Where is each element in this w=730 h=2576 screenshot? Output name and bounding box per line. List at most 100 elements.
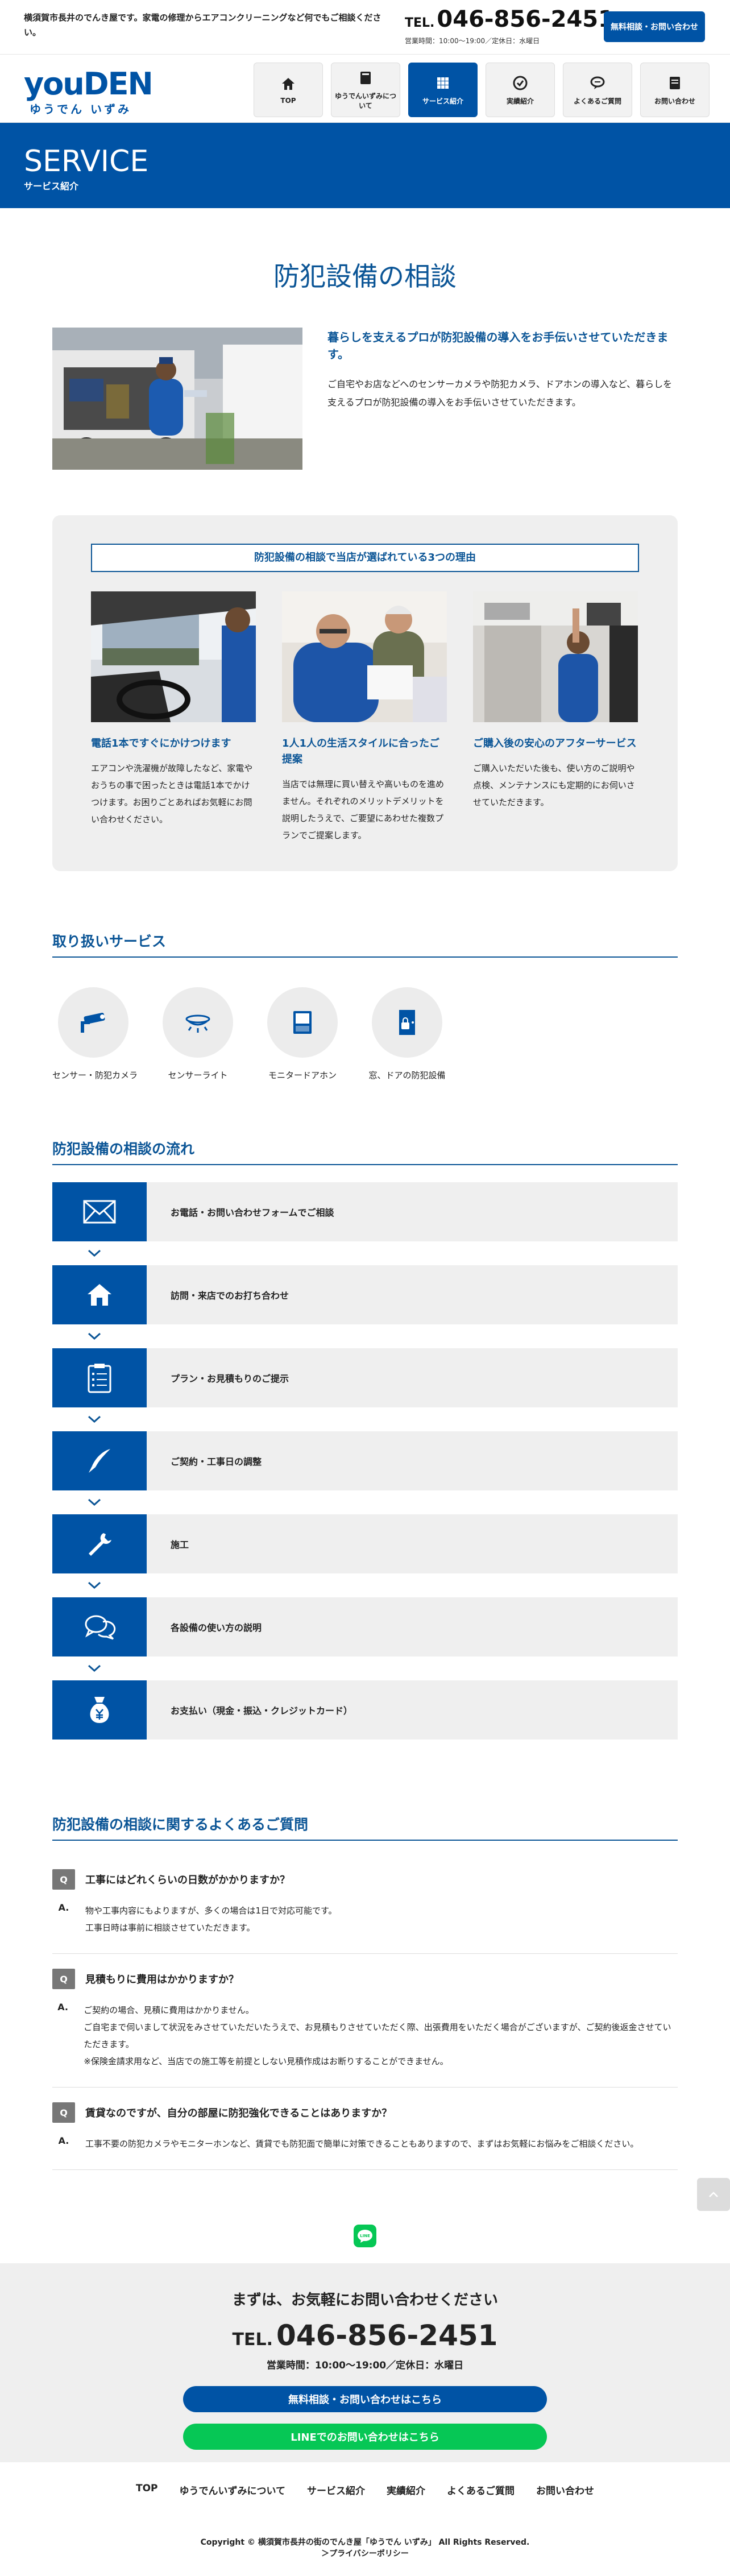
q-badge: Q bbox=[52, 1869, 75, 1890]
line-icon[interactable]: LINE bbox=[354, 2225, 376, 2247]
flow-steps: お電話・お問い合わせフォームでご相談 訪問・来店でのお打ち合わせ プラン・お見積… bbox=[52, 1182, 678, 1740]
faq-question: Q 見積もりに費用はかかりますか？ bbox=[52, 1969, 678, 1989]
banner-title-en: SERVICE bbox=[24, 144, 149, 179]
contact-form-button[interactable]: 無料相談・お問い合わせはこちら bbox=[183, 2386, 547, 2412]
logo[interactable]: youDEN ゆうでん いずみ bbox=[24, 66, 154, 117]
reason-title: 電話1本ですぐにかけつけます bbox=[91, 738, 231, 749]
flow-step: プラン・お見積もりのご提示 bbox=[52, 1348, 678, 1407]
reason-photo-consult bbox=[282, 591, 447, 722]
flow-step: 訪問・来店でのお打ち合わせ bbox=[52, 1265, 678, 1324]
contact-hours: 営業時間：10:00〜19:00／定休日：水曜日 bbox=[266, 2360, 464, 2371]
flow-step-text: プラン・お見積もりのご提示 bbox=[171, 1373, 289, 1384]
pen-icon bbox=[89, 1449, 110, 1473]
service-name: センサーライト bbox=[168, 1070, 228, 1080]
nav-contact[interactable]: お問い合わせ bbox=[640, 63, 710, 117]
home-icon bbox=[282, 78, 295, 90]
reason-text: 当店では無理に買い替えや高いものを進めません。それぞれのメリットデメリットを説明… bbox=[282, 779, 445, 840]
nav-works[interactable]: 実績紹介 bbox=[486, 63, 555, 117]
intro-section: 暮らしを支えるプロが防犯設備の導入をお手伝いさせていただきます。 ご自宅やお店な… bbox=[52, 328, 678, 470]
contact-tel[interactable]: TEL. 046-856-2451 bbox=[0, 2320, 730, 2356]
a-mark: A. bbox=[57, 2002, 68, 2012]
flow-step-text: 施工 bbox=[171, 1539, 189, 1550]
faq-answer: A. 工事不要の防犯カメラやモニターホンなど、賃貸でも防犯面で簡単に対策できること… bbox=[52, 2135, 678, 2152]
faq-item: Q 見積もりに費用はかかりますか？ A. ご契約の場合、見積に費用はかかりません。ご… bbox=[52, 1954, 678, 2088]
logo-main: youDEN bbox=[24, 66, 154, 102]
nav-faq[interactable]: よくあるご質問 bbox=[563, 63, 632, 117]
flow-step-text: お電話・お問い合わせフォームでご相談 bbox=[171, 1207, 334, 1218]
site-tagline: 横須賀市長井のでんき屋です。家電の修理からエアコンクリーニングなど何でもご相談く… bbox=[24, 13, 381, 38]
check-icon bbox=[513, 76, 528, 90]
nav-service[interactable]: サービス紹介 bbox=[408, 63, 478, 117]
footer-nav-top[interactable]: TOP bbox=[136, 2483, 158, 2497]
reasons-panel: 防犯設備の相談で当店が選ばれている3つの理由 電話1本ですぐにかけつけます エア… bbox=[52, 515, 678, 871]
intro-photo bbox=[52, 328, 302, 470]
contact-title: まずは、お気軽にお問い合わせください bbox=[231, 2292, 498, 2309]
chevron-up-icon bbox=[709, 2192, 718, 2197]
page-title: 防犯設備の相談 bbox=[273, 261, 457, 292]
footer-nav-about[interactable]: ゆうでんいずみについて bbox=[180, 2483, 286, 2497]
contact-line-button[interactable]: LINEでのお問い合わせはこちら bbox=[183, 2424, 547, 2450]
door-lock-icon bbox=[399, 1010, 415, 1035]
page-top-button[interactable] bbox=[697, 2178, 730, 2211]
chevron-down-icon bbox=[88, 1581, 101, 1589]
footer-nav: TOP ゆうでんいずみについて サービス紹介 実績紹介 よくあるご質問 お問い合… bbox=[0, 2483, 730, 2497]
a-mark: A. bbox=[58, 1902, 69, 1913]
chat-icon bbox=[590, 76, 605, 89]
faq-answer: A. ご契約の場合、見積に費用はかかりません。 ご自宅まで伺いまして状況をみさせてい… bbox=[52, 2002, 678, 2070]
services-heading: 取り扱いサービス bbox=[52, 930, 678, 958]
faq-question: Q 賃貸なのですが、自分の部屋に防犯強化できることはありますか？ bbox=[52, 2102, 678, 2123]
service-name: センサー・防犯カメラ bbox=[52, 1070, 138, 1080]
service-name: モニタードアホン bbox=[268, 1070, 337, 1080]
reason-card: 電話1本ですぐにかけつけます エアコンや洗濯機が故障したなど、家電やおうちの事で… bbox=[91, 591, 256, 844]
intro-text: ご自宅やお店などへのセンサーカメラや防犯カメラ、ドアホンの導入など、暮らしを支え… bbox=[327, 379, 673, 408]
reasons-title: 防犯設備の相談で当店が選ばれている3つの理由 bbox=[91, 544, 639, 572]
nav-top[interactable]: TOP bbox=[254, 63, 323, 117]
top-bar: 横須賀市長井のでんき屋です。家電の修理からエアコンクリーニングなど何でもご相談く… bbox=[0, 0, 730, 55]
flow-step-text: 各設備の使い方の説明 bbox=[171, 1622, 262, 1633]
privacy-link[interactable]: ＞プライバシーポリシー bbox=[321, 2549, 409, 2558]
flow-heading: 防犯設備の相談の流れ bbox=[52, 1138, 678, 1165]
q-badge: Q bbox=[52, 1969, 75, 1989]
copyright: Copyright © 横須賀市長井の街のでんき屋「ゆうでん いずみ」 All … bbox=[200, 2538, 530, 2558]
reason-card: 1人1人の生活スタイルに合ったご提案 当店では無理に買い替えや高いものを進めませ… bbox=[282, 591, 447, 844]
faq-answer: A. 物や工事内容にもよりますが、多くの場合は1日で対応可能です。 工事日時は事前に… bbox=[52, 1902, 678, 1936]
logo-sub: ゆうでん いずみ bbox=[30, 102, 131, 116]
reason-text: エアコンや洗濯機が故障したなど、家電やおうちの事で困ったときは電話1本でかけつけ… bbox=[91, 763, 253, 825]
header-tel[interactable]: TEL. 046-856-2451 bbox=[405, 7, 614, 36]
flow-step: 各設備の使い方の説明 bbox=[52, 1597, 678, 1656]
nav-about[interactable]: ゆうでんいずみについて bbox=[331, 63, 400, 117]
reason-title: 1人1人の生活スタイルに合ったご提案 bbox=[282, 738, 440, 765]
header: youDEN ゆうでん いずみ TOP ゆうでんいずみについて サービス紹介 実… bbox=[0, 55, 730, 123]
service-name: 窓、ドアの防犯設備 bbox=[368, 1070, 446, 1080]
chevron-down-icon bbox=[88, 1249, 101, 1257]
service-item[interactable]: モニタードアホン bbox=[262, 987, 343, 1081]
chevron-down-icon bbox=[88, 1498, 101, 1506]
flow-step: 施工 bbox=[52, 1514, 678, 1573]
service-item[interactable]: センサーライト bbox=[157, 987, 239, 1081]
faq-item: Q 工事にはどれくらいの日数がかかりますか？ A. 物や工事内容にもよりますが、多く… bbox=[52, 1854, 678, 1954]
ceiling-light-icon bbox=[185, 1014, 210, 1033]
footer-nav-faq[interactable]: よくあるご質問 bbox=[447, 2483, 515, 2497]
mail-icon bbox=[83, 1200, 116, 1224]
intro-lead: 暮らしを支えるプロが防犯設備の導入をお手伝いさせていただきます。 bbox=[327, 330, 669, 361]
flow-step-text: 訪問・来店でのお打ち合わせ bbox=[171, 1290, 289, 1301]
footer-nav-works[interactable]: 実績紹介 bbox=[387, 2483, 425, 2497]
house-icon bbox=[88, 1284, 111, 1306]
grid-icon bbox=[437, 77, 449, 89]
reason-photo-phone bbox=[91, 591, 256, 722]
book-icon bbox=[360, 72, 371, 84]
banner-title-jp: サービス紹介 bbox=[24, 181, 79, 192]
header-contact-button[interactable]: 無料相談・お問い合わせ bbox=[604, 11, 705, 42]
header-tel-box: TEL. 046-856-2451 営業時間：10:00〜19:00／定休日：水曜… bbox=[405, 7, 614, 45]
faq-heading: 防犯設備の相談に関するよくあるご質問 bbox=[52, 1813, 678, 1841]
reason-text: ご購入いただいた後も、使い方のご説明や点検、メンテナンスにも定期的にお伺いさせて… bbox=[473, 763, 635, 807]
flow-step-text: ご契約・工事日の調整 bbox=[171, 1456, 262, 1467]
footer-nav-service[interactable]: サービス紹介 bbox=[307, 2483, 365, 2497]
page-banner: SERVICE サービス紹介 bbox=[0, 123, 730, 208]
service-item[interactable]: 窓、ドアの防犯設備 bbox=[366, 987, 448, 1081]
contact-section: まずは、お気軽にお問い合わせください TEL. 046-856-2451 営業時間… bbox=[0, 2263, 730, 2462]
clipboard-icon bbox=[88, 1364, 111, 1393]
speech-bubbles-icon bbox=[85, 1615, 116, 1640]
service-item[interactable]: センサー・防犯カメラ bbox=[52, 987, 138, 1081]
footer-nav-contact[interactable]: お問い合わせ bbox=[536, 2483, 594, 2497]
